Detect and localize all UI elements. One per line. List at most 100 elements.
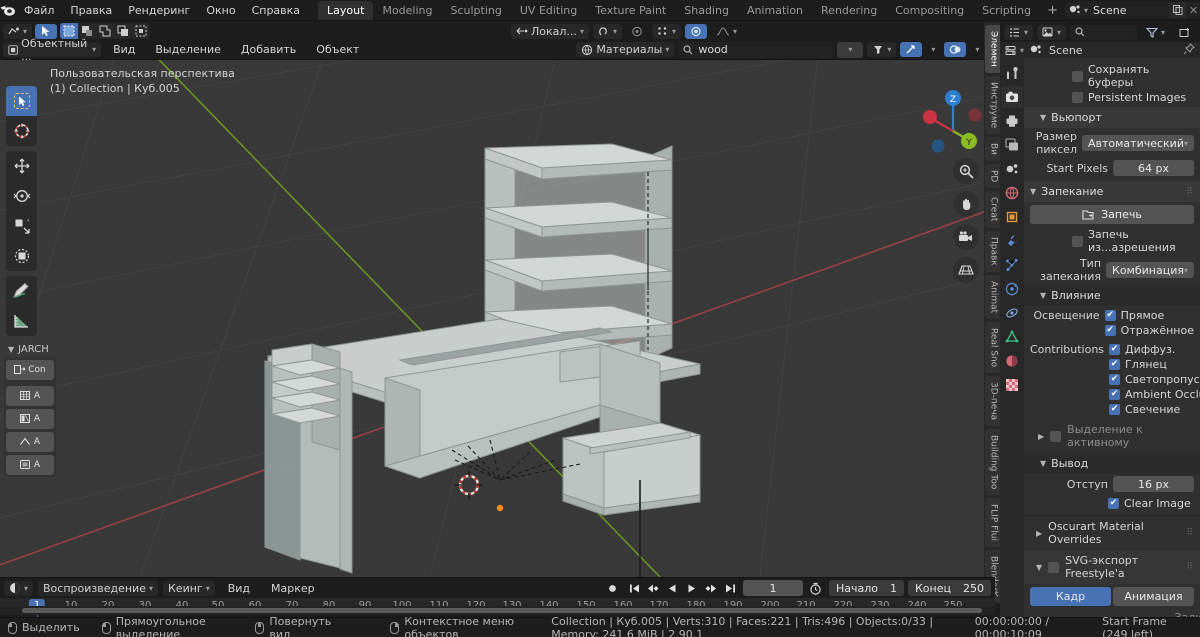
output-section-header[interactable]: ▼ Вывод (1024, 453, 1200, 474)
jump-to-prev-keyframe-button[interactable] (645, 580, 663, 596)
tool-cursor[interactable] (6, 116, 37, 146)
svg-mode-frame[interactable]: Кадр (1030, 587, 1111, 606)
outliner-editor[interactable]: ▾ ▾ ▾ ▾ Scene (1000, 22, 1200, 58)
use-preview-range-icon[interactable] (807, 580, 825, 596)
workspace-tab-uv-editing[interactable]: UV Editing (511, 1, 586, 20)
falloff-curve-icon[interactable]: ▾ (711, 24, 742, 39)
select-intersect-icon[interactable] (114, 23, 132, 39)
panel-grip[interactable]: ⠿ (1186, 187, 1194, 197)
viewport-3d[interactable]: ▾ Локал... ▾ ▾ ▾ ▾ Объектный ... ▾ Вид В… (0, 22, 995, 577)
outliner-scene-row[interactable]: ▾ Scene (1000, 42, 1200, 58)
contribution-ao-row[interactable]: ✔ Ambient Occlusion (1109, 387, 1200, 402)
properties-tab-modifier[interactable] (1001, 230, 1023, 252)
overlays-toggle[interactable] (944, 42, 967, 57)
bake-multires-row[interactable]: Запечь из...азрешения (1024, 227, 1200, 255)
save-buffers-checkbox[interactable] (1072, 70, 1083, 82)
tool-move[interactable] (6, 151, 37, 181)
timeline-editor[interactable]: ▾ Воспроизведение ▾ Кеинг ▾ Вид Маркер 1… (0, 577, 995, 619)
bake-section-header[interactable]: ▼ Запекание ⠿ (1024, 181, 1200, 202)
npanel-tab-animate[interactable]: Animat (984, 274, 1000, 319)
play-reverse-button[interactable] (664, 580, 682, 596)
current-frame-field[interactable]: 1 (742, 580, 803, 596)
influence-section-header[interactable]: ▼ Влияние (1024, 285, 1200, 306)
contribution-diffuse-checkbox[interactable]: ✔ (1109, 344, 1120, 355)
properties-tab-physics[interactable] (1001, 278, 1023, 300)
svg-export-checkbox[interactable] (1048, 561, 1060, 573)
scene-name[interactable]: Scene (1091, 4, 1169, 17)
blender-logo-icon[interactable] (0, 0, 16, 21)
clear-image-checkbox[interactable]: ✔ (1108, 498, 1119, 509)
tool-transform[interactable] (6, 241, 37, 271)
zoom-icon[interactable] (953, 158, 979, 184)
timeline-scrollbar-thumb[interactable] (22, 608, 982, 613)
snapping-dropdown[interactable]: ▾ (592, 23, 622, 39)
persistent-images-row[interactable]: Persistent Images (1030, 90, 1194, 105)
gizmo-dropdown[interactable]: ▾ (926, 42, 940, 57)
properties-tab-render[interactable] (1001, 86, 1023, 108)
grid-icon[interactable] (953, 257, 979, 283)
jarch-flooring-button[interactable]: A (6, 386, 54, 406)
pixel-size-row[interactable]: Размер пиксел Автоматический ▾ (1024, 128, 1200, 158)
npanel-tab-pd[interactable]: PD (984, 164, 1000, 189)
workspace-tab-layout[interactable]: Layout (318, 0, 374, 20)
workspace-tab-sculpting[interactable]: Sculpting (442, 1, 511, 20)
properties-tab-texture[interactable] (1001, 374, 1023, 396)
contribution-transmission-row[interactable]: ✔ Светопропускаемость (1109, 372, 1200, 387)
npanel-tab-view[interactable]: Ви (984, 136, 1000, 162)
workspace-tab-scripting[interactable]: Scripting (973, 1, 1040, 20)
npanel-tab-flip-fluids[interactable]: FLIP Flui (984, 498, 1000, 548)
tool-tweak[interactable] (6, 86, 37, 116)
clear-image-row[interactable]: ✔ Clear Image (1024, 494, 1200, 511)
pixel-size-dropdown[interactable]: Автоматический ▾ (1081, 135, 1194, 151)
menu-file[interactable]: Файл (16, 2, 62, 19)
viewport-canvas[interactable]: Пользовательская перспектива (1) Collect… (0, 60, 995, 577)
save-buffers-row[interactable]: Сохранять буферы (1030, 62, 1194, 90)
lighting-direct-checkbox[interactable]: ✔ (1104, 310, 1116, 321)
timeline-menu-marker[interactable]: Маркер (263, 580, 323, 597)
scene-selector[interactable]: ▾ Scene ✕ (1064, 2, 1200, 18)
menu-window[interactable]: Окно (198, 2, 243, 19)
jump-to-end-button[interactable] (721, 580, 739, 596)
workspace-tab-shading[interactable]: Shading (675, 1, 738, 20)
outliner-display-mode-dropdown[interactable]: ▾ (1004, 24, 1034, 40)
workspace-tab-compositing[interactable]: Compositing (886, 1, 973, 20)
properties-tab-output[interactable] (1001, 110, 1023, 132)
jarch-convert-button[interactable]: Con (6, 360, 54, 380)
frame-range-fields[interactable]: Начало 1 (828, 580, 904, 596)
viewport-menu-view[interactable]: Вид (105, 41, 143, 58)
properties-tab-data[interactable] (1001, 326, 1023, 348)
bake-multires-checkbox[interactable] (1072, 235, 1083, 247)
menu-help[interactable]: Справка (244, 2, 308, 19)
properties-tab-constraints[interactable] (1001, 302, 1023, 324)
tool-rotate[interactable] (6, 181, 37, 211)
npanel-tab-edit[interactable]: Правк (984, 230, 1000, 272)
timeline-editor-type-dropdown[interactable]: ▾ (4, 580, 34, 596)
workspace-tab-texture-paint[interactable]: Texture Paint (586, 1, 675, 20)
viewport-menu-object[interactable]: Объект (308, 41, 367, 58)
camera-icon[interactable] (953, 224, 979, 250)
jarch-roofing-button[interactable]: A (6, 432, 54, 452)
contribution-emit-checkbox[interactable]: ✔ (1109, 404, 1120, 415)
npanel-tab-create[interactable]: Creat (984, 191, 1000, 228)
bake-button[interactable]: Запечь (1030, 205, 1194, 224)
outliner-filter-id-dropdown[interactable]: ▾ (1037, 24, 1067, 40)
selected-to-active-checkbox[interactable] (1050, 430, 1062, 442)
material-search-field[interactable]: wood (678, 41, 834, 58)
menu-render[interactable]: Рендеринг (120, 2, 198, 19)
properties-tab-tool[interactable] (1001, 62, 1023, 84)
menu-edit[interactable]: Правка (62, 2, 120, 19)
end-frame-field[interactable]: Конец 250 (908, 580, 991, 596)
outliner-search-input[interactable] (1070, 24, 1137, 40)
new-scene-button[interactable] (1169, 2, 1186, 18)
remove-scene-button[interactable]: ✕ (1186, 2, 1200, 18)
material-mode-dropdown[interactable]: Материалы ▾ (576, 42, 675, 57)
margin-field[interactable]: 16 px (1113, 476, 1194, 492)
jarch-panel-header[interactable]: ▼ JARCH (6, 341, 49, 358)
contribution-diffuse-row[interactable]: ✔ Диффуз. (1109, 342, 1200, 357)
properties-tab-scene[interactable] (1001, 158, 1023, 180)
proportional-falloff-dropdown[interactable]: ▾ (651, 23, 681, 39)
npanel-tab-real-snow[interactable]: Real Sno (984, 321, 1000, 373)
contribution-transmission-checkbox[interactable]: ✔ (1109, 374, 1120, 385)
workspace-tab-animation[interactable]: Animation (738, 1, 812, 20)
workspace-tab-rendering[interactable]: Rendering (812, 1, 886, 20)
